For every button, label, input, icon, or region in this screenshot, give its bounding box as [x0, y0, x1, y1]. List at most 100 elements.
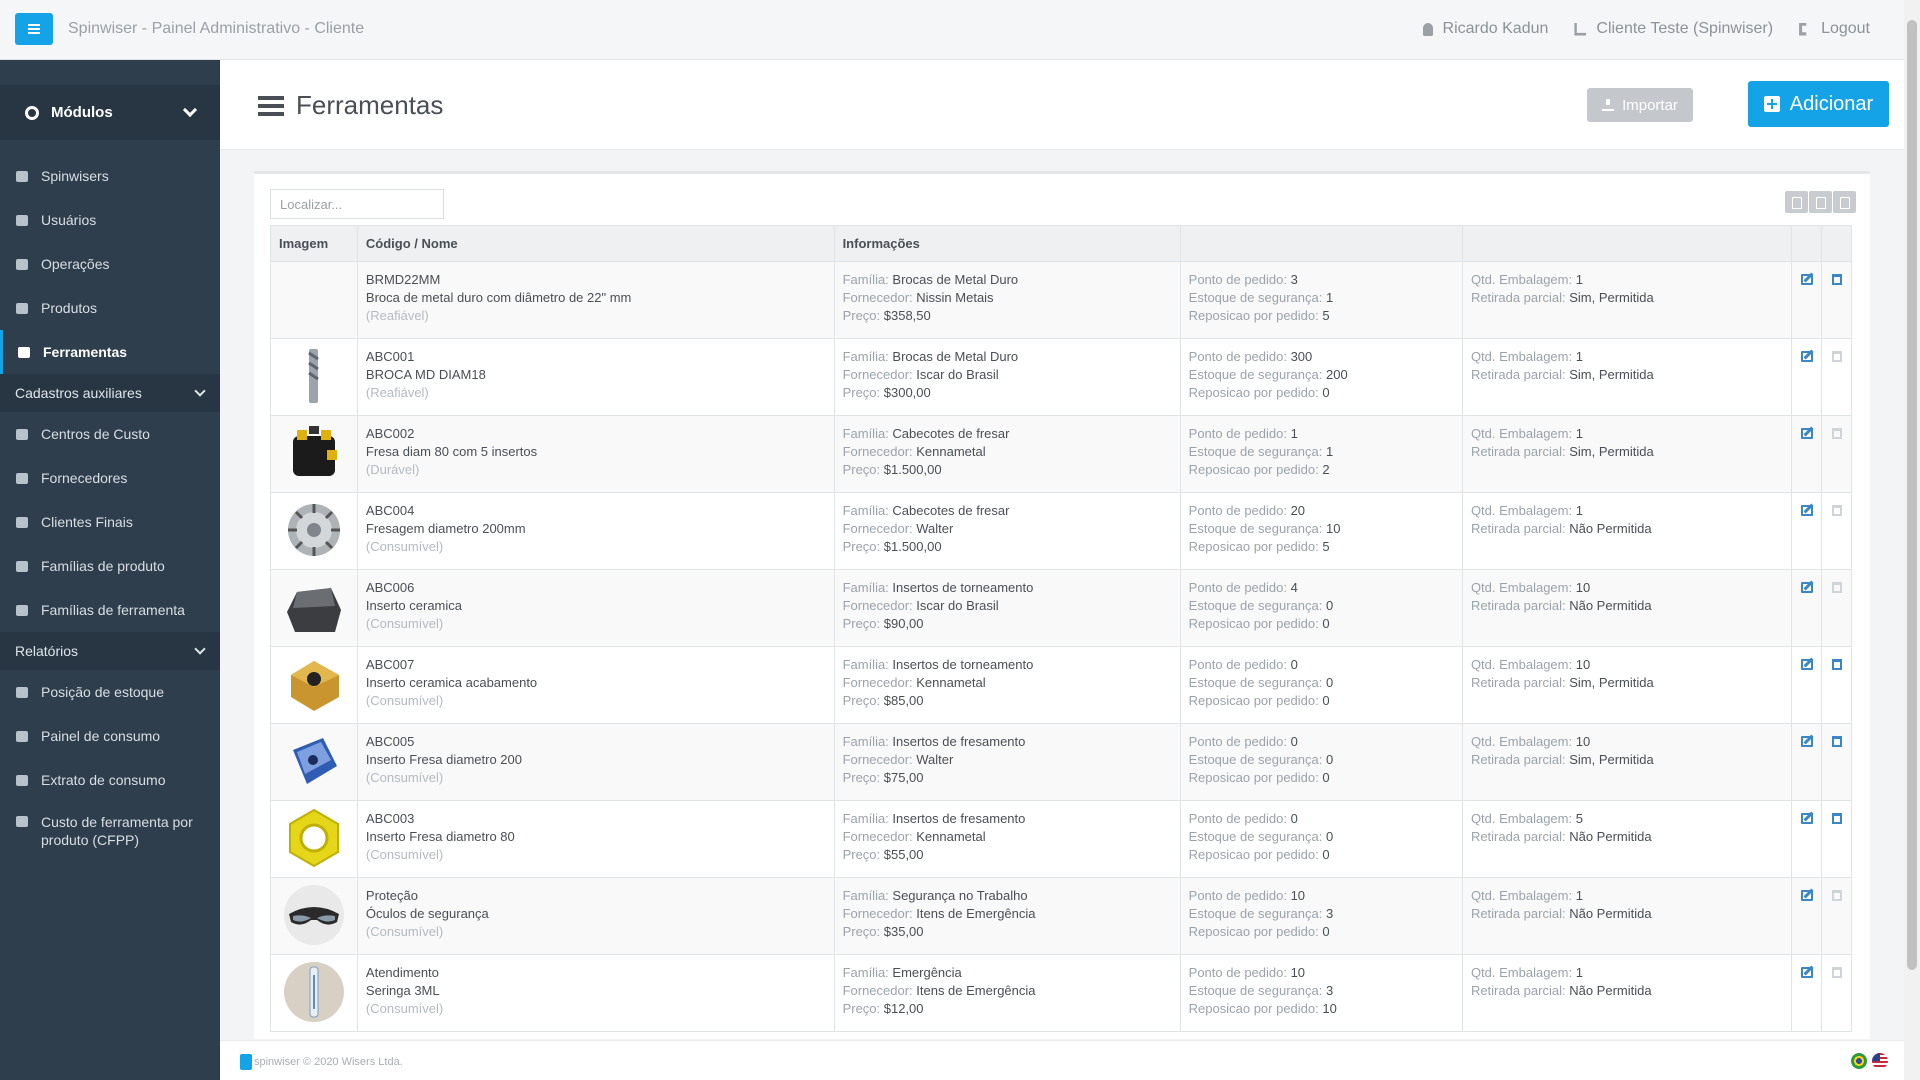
code-name-cell: ABC002 Fresa diam 80 com 5 insertos (Duráv… [356, 415, 835, 493]
print-button[interactable] [1833, 191, 1856, 213]
preco-label: Preço: [842, 847, 884, 862]
user-circle-icon [16, 214, 28, 226]
tools-icon [258, 95, 284, 116]
section-relatorios[interactable]: Relatórios [0, 632, 220, 670]
trash-icon[interactable] [1831, 813, 1842, 824]
trash-icon[interactable] [1831, 274, 1842, 285]
col-imagem[interactable]: Imagem [270, 225, 358, 262]
edit-icon[interactable] [1800, 890, 1813, 901]
menu-toggle-button[interactable] [15, 13, 53, 45]
sidebar-item-clientes-finais[interactable]: Clientes Finais [0, 500, 220, 544]
qtd-value: 1 [1575, 965, 1583, 980]
sidebar-item-operacoes[interactable]: Operações [0, 242, 220, 286]
gears-icon [25, 105, 39, 120]
qtd-value: 1 [1575, 349, 1583, 364]
col-informacoes[interactable]: Informações [833, 225, 1181, 262]
fornecedor-value: Kennametal [916, 675, 986, 690]
edit-icon[interactable] [1800, 428, 1813, 439]
package-cell: Qtd. Embalagem: 5 Retirada parcial: Não P… [1461, 800, 1793, 878]
ponto-label: Ponto de pedido: [1188, 503, 1291, 518]
section-cadastros-auxiliares[interactable]: Cadastros auxiliares [0, 374, 220, 412]
tool-name: Inserto Fresa diametro 200 [365, 752, 522, 767]
tools-table: Imagem Código / Nome Informações BRMD22M… [270, 225, 1852, 1032]
qtd-label: Qtd. Embalagem: [1470, 657, 1576, 672]
fornecedor-label: Fornecedor: [842, 598, 917, 613]
client-menu[interactable]: Cliente Teste (Spinwiser) [1574, 20, 1773, 38]
edit-icon[interactable] [1800, 351, 1813, 362]
sidebar-item-label: Operações [41, 256, 110, 272]
fornecedor-value: Nissin Metais [916, 290, 994, 305]
retirada-label: Retirada parcial: [1470, 521, 1570, 536]
sidebar-item-familias-de-ferramenta[interactable]: Famílias de ferramenta [0, 588, 220, 632]
delete-cell [1821, 569, 1852, 647]
trash-icon [1831, 351, 1842, 362]
trash-icon [1831, 890, 1842, 901]
ponto-value: 300 [1290, 349, 1313, 364]
sidebar-item-custo-de-ferramenta-por-produto-cfpp[interactable]: Custo de ferramenta por produto (CFPP) [0, 802, 220, 860]
delete-cell [1821, 492, 1852, 570]
reposicao-label: Reposicao por pedido: [1188, 693, 1323, 708]
fornecedor-value: Walter [916, 752, 954, 767]
trash-icon[interactable] [1831, 736, 1842, 747]
import-button[interactable]: Importar [1587, 88, 1693, 122]
sidebar-item-posicao-de-estoque[interactable]: Posição de estoque [0, 670, 220, 714]
modules-dropdown[interactable]: Módulos [0, 85, 220, 140]
preco-label: Preço: [842, 385, 884, 400]
usa-flag-icon[interactable] [1872, 1053, 1888, 1069]
add-label: Adicionar [1789, 92, 1874, 115]
edit-icon[interactable] [1800, 967, 1813, 978]
add-button[interactable]: Adicionar [1748, 81, 1889, 127]
estoque-value: 0 [1325, 675, 1334, 690]
brazil-flag-icon[interactable] [1851, 1053, 1867, 1069]
sidebar-item-extrato-de-consumo[interactable]: Extrato de consumo [0, 758, 220, 802]
edit-icon[interactable] [1800, 736, 1813, 747]
export-pdf-button[interactable] [1809, 191, 1832, 213]
reposicao-value: 5 [1322, 308, 1330, 323]
estoque-label: Estoque de segurança: [1188, 367, 1326, 382]
sidebar-item-ferramentas[interactable]: Ferramentas [0, 330, 220, 374]
reposicao-value: 10 [1322, 1001, 1337, 1016]
user-icon [1422, 22, 1433, 36]
search-input[interactable] [270, 189, 444, 219]
tools-panel: Imagem Código / Nome Informações BRMD22M… [254, 171, 1870, 1039]
export-toolbar [1785, 191, 1856, 213]
tool-name: Inserto ceramica [365, 598, 462, 613]
sidebar-item-painel-de-consumo[interactable]: Painel de consumo [0, 714, 220, 758]
qtd-value: 1 [1575, 426, 1583, 441]
qtd-label: Qtd. Embalagem: [1470, 503, 1576, 518]
edit-icon[interactable] [1800, 582, 1813, 593]
trash-icon[interactable] [1831, 659, 1842, 670]
estoque-value: 0 [1325, 829, 1334, 844]
page-scrollbar[interactable] [1904, 0, 1920, 1080]
edit-cell [1791, 800, 1823, 878]
tool-type: (Reafiável) [365, 308, 429, 323]
col-codigo-nome[interactable]: Código / Nome [356, 225, 835, 262]
sidebar-item-fornecedores[interactable]: Fornecedores [0, 456, 220, 500]
delete-cell [1821, 723, 1852, 801]
sidebar-item-usuarios[interactable]: Usuários [0, 198, 220, 242]
logout-link[interactable]: Logout [1799, 20, 1870, 38]
edit-icon[interactable] [1800, 813, 1813, 824]
scrollbar-thumb[interactable] [1907, 20, 1917, 970]
fornecedor-value: Iscar do Brasil [916, 367, 999, 382]
ponto-value: 0 [1290, 734, 1298, 749]
edit-icon[interactable] [1800, 505, 1813, 516]
fornecedor-label: Fornecedor: [842, 983, 917, 998]
familia-value: Insertos de torneamento [892, 657, 1034, 672]
col-delete [1821, 225, 1852, 262]
sidebar-item-centros-de-custo[interactable]: Centros de Custo [0, 412, 220, 456]
sidebar-item-spinwisers[interactable]: Spinwisers [0, 154, 220, 198]
edit-icon[interactable] [1800, 274, 1813, 285]
sidebar-item-produtos[interactable]: Produtos [0, 286, 220, 330]
edit-cell [1791, 723, 1823, 801]
familia-label: Família: [842, 272, 893, 287]
col-embalagem [1461, 225, 1793, 262]
sidebar-item-familias-de-produto[interactable]: Famílias de produto [0, 544, 220, 588]
user-menu[interactable]: Ricardo Kadun [1422, 20, 1548, 38]
estoque-label: Estoque de segurança: [1188, 521, 1326, 536]
tool-image-cell [270, 800, 358, 878]
export-csv-button[interactable] [1785, 191, 1808, 213]
edit-icon[interactable] [1800, 659, 1813, 670]
tool-type: (Consumível) [365, 539, 444, 554]
ponto-label: Ponto de pedido: [1188, 657, 1291, 672]
